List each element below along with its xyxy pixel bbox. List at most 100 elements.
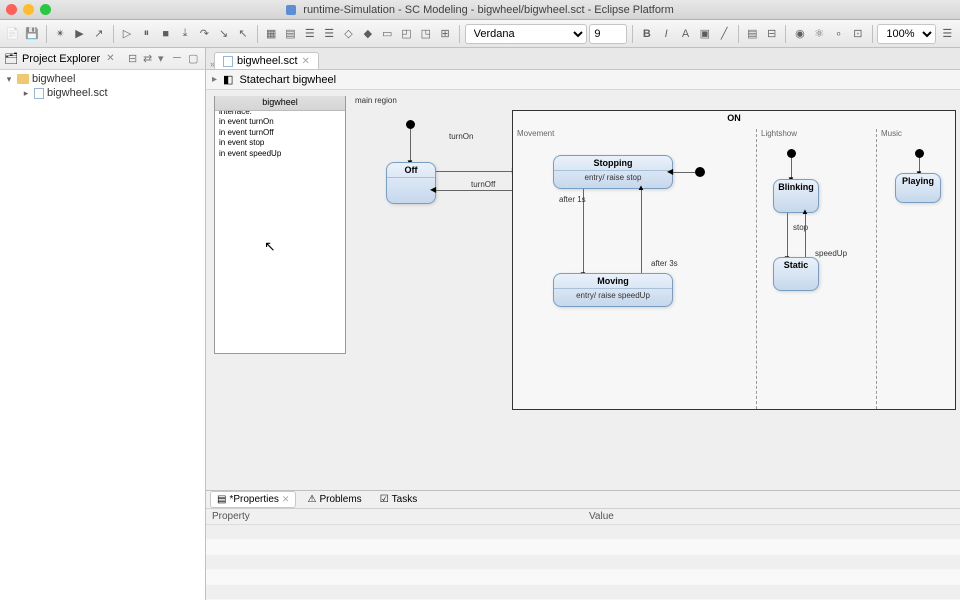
- step-into-button[interactable]: ↘: [215, 24, 232, 44]
- disclosure-triangle-icon[interactable]: ▾: [4, 74, 14, 85]
- align-button-2[interactable]: ▤: [282, 24, 299, 44]
- transition-initial-blinking[interactable]: [791, 158, 792, 178]
- new-button[interactable]: 📄: [4, 24, 21, 44]
- table-row[interactable]: [583, 570, 960, 585]
- stop-button[interactable]: ■: [157, 24, 174, 44]
- transition-speedup[interactable]: [805, 213, 806, 257]
- external-button[interactable]: ↗: [90, 24, 107, 44]
- transition-entry-stopping[interactable]: [673, 172, 695, 173]
- property-column-header: Property: [206, 509, 583, 525]
- misc-button-1[interactable]: ∘: [830, 24, 847, 44]
- pause-button[interactable]: ⏸: [138, 24, 155, 44]
- draw-button-6[interactable]: ⊞: [436, 24, 453, 44]
- perspective-button[interactable]: ☰: [939, 24, 956, 44]
- tab-properties[interactable]: ▤ *Properties ✕: [210, 491, 296, 508]
- chevron-right-icon[interactable]: ▸: [212, 74, 217, 85]
- simulation-button[interactable]: ⚛: [811, 24, 828, 44]
- misc-button-2[interactable]: ⊡: [849, 24, 866, 44]
- draw-button-4[interactable]: ◰: [398, 24, 415, 44]
- subregion-lightshow[interactable]: Lightshow Blinking stop speedUp Static: [757, 129, 877, 409]
- font-select[interactable]: Verdana: [465, 24, 588, 44]
- tree-file-row[interactable]: ▸ bigwheel.sct: [0, 86, 205, 100]
- font-size-input[interactable]: [589, 24, 627, 44]
- state-blinking[interactable]: Blinking: [773, 179, 819, 213]
- state-static[interactable]: Static: [773, 257, 819, 291]
- table-row[interactable]: [583, 540, 960, 555]
- table-row[interactable]: [583, 555, 960, 570]
- font-color-button[interactable]: A: [677, 24, 694, 44]
- link-editor-icon[interactable]: ⇄: [143, 52, 156, 65]
- tab-problems[interactable]: ⚠ Problems: [300, 491, 368, 508]
- subregion-movement[interactable]: Movement Stopping entry/ raise stop afte…: [513, 129, 757, 409]
- tree-project-row[interactable]: ▾ bigwheel: [0, 72, 205, 86]
- view-menu-icon[interactable]: ▾: [158, 52, 171, 65]
- window-title: runtime-Simulation - SC Modeling - bigwh…: [303, 4, 673, 16]
- draw-button-5[interactable]: ◳: [417, 24, 434, 44]
- resume-button[interactable]: ▷: [118, 24, 135, 44]
- main-region[interactable]: main region Off turnOn turnOff ON: [353, 96, 957, 416]
- table-row[interactable]: [206, 570, 583, 585]
- interface-box[interactable]: bigwheel interface: in event turnOn in e…: [214, 96, 346, 354]
- center-button[interactable]: ◉: [791, 24, 808, 44]
- window-titlebar: runtime-Simulation - SC Modeling - bigwh…: [0, 0, 960, 20]
- draw-layout-button[interactable]: ☰: [301, 24, 318, 44]
- bug-button[interactable]: ✴: [52, 24, 69, 44]
- table-row[interactable]: [206, 525, 583, 540]
- draw-button-2[interactable]: ◆: [359, 24, 376, 44]
- transition-turn-on[interactable]: [436, 171, 512, 172]
- step-return-button[interactable]: ↖: [234, 24, 251, 44]
- editor-tab-bigwheel[interactable]: bigwheel.sct ✕: [214, 52, 319, 69]
- transition-initial-off[interactable]: [410, 129, 411, 161]
- step-over-button[interactable]: ↷: [196, 24, 213, 44]
- initial-music[interactable]: [915, 149, 924, 158]
- step-button[interactable]: ⤓: [176, 24, 193, 44]
- table-row[interactable]: [206, 585, 583, 600]
- subregion-music[interactable]: Music Playing: [877, 129, 957, 409]
- project-explorer-title: Project Explorer: [22, 53, 100, 65]
- transition-after-3s[interactable]: [641, 189, 642, 273]
- save-button[interactable]: 💾: [23, 24, 40, 44]
- diagram-canvas[interactable]: bigwheel interface: in event turnOn in e…: [206, 90, 960, 490]
- window-minimize-button[interactable]: [23, 4, 34, 15]
- cursor-icon: ↖: [264, 238, 276, 255]
- project-explorer-close[interactable]: ✕: [104, 53, 116, 64]
- zoom-select[interactable]: 100%: [877, 24, 936, 44]
- layers-button[interactable]: ▤: [744, 24, 761, 44]
- close-icon[interactable]: ✕: [282, 494, 290, 505]
- close-icon[interactable]: ✕: [302, 56, 310, 67]
- entry-point-movement[interactable]: [695, 167, 705, 177]
- transition-turn-off[interactable]: [436, 190, 512, 191]
- table-row[interactable]: [206, 540, 583, 555]
- disclosure-triangle-icon[interactable]: ▸: [21, 88, 31, 99]
- window-maximize-button[interactable]: [40, 4, 51, 15]
- line-color-button[interactable]: ╱: [716, 24, 733, 44]
- state-on[interactable]: ON Movement Stopping entry/ raise stop a…: [512, 110, 956, 410]
- state-stopping[interactable]: Stopping entry/ raise stop: [553, 155, 673, 189]
- state-playing[interactable]: Playing: [895, 173, 941, 203]
- draw-button-1[interactable]: ◇: [340, 24, 357, 44]
- collapse-all-icon[interactable]: ⊟: [128, 52, 141, 65]
- transition-initial-playing[interactable]: [919, 158, 920, 172]
- autolayout-button[interactable]: ⊟: [763, 24, 780, 44]
- align-button-1[interactable]: ▦: [263, 24, 280, 44]
- select-button[interactable]: ☰: [321, 24, 338, 44]
- table-row[interactable]: [583, 525, 960, 540]
- speedup-label: speedUp: [815, 249, 847, 258]
- minimize-view-icon[interactable]: ─: [173, 52, 186, 65]
- tab-tasks[interactable]: ☑ Tasks: [373, 491, 425, 508]
- table-row[interactable]: [583, 585, 960, 600]
- draw-button-3[interactable]: ▭: [378, 24, 395, 44]
- table-row[interactable]: [206, 555, 583, 570]
- maximize-view-icon[interactable]: ▢: [188, 52, 201, 65]
- state-moving[interactable]: Moving entry/ raise speedUp: [553, 273, 673, 307]
- initial-state[interactable]: [406, 120, 415, 129]
- state-off[interactable]: Off: [386, 162, 436, 204]
- window-close-button[interactable]: [6, 4, 17, 15]
- bold-button[interactable]: B: [638, 24, 655, 44]
- italic-button[interactable]: I: [658, 24, 675, 44]
- run-button[interactable]: ▶: [71, 24, 88, 44]
- initial-lightshow[interactable]: [787, 149, 796, 158]
- transition-stop[interactable]: [787, 213, 788, 257]
- main-area: 🗂 Project Explorer ✕ ⊟ ⇄ ▾ ─ ▢ ▾ bigwhee…: [0, 48, 960, 600]
- fill-color-button[interactable]: ▣: [696, 24, 713, 44]
